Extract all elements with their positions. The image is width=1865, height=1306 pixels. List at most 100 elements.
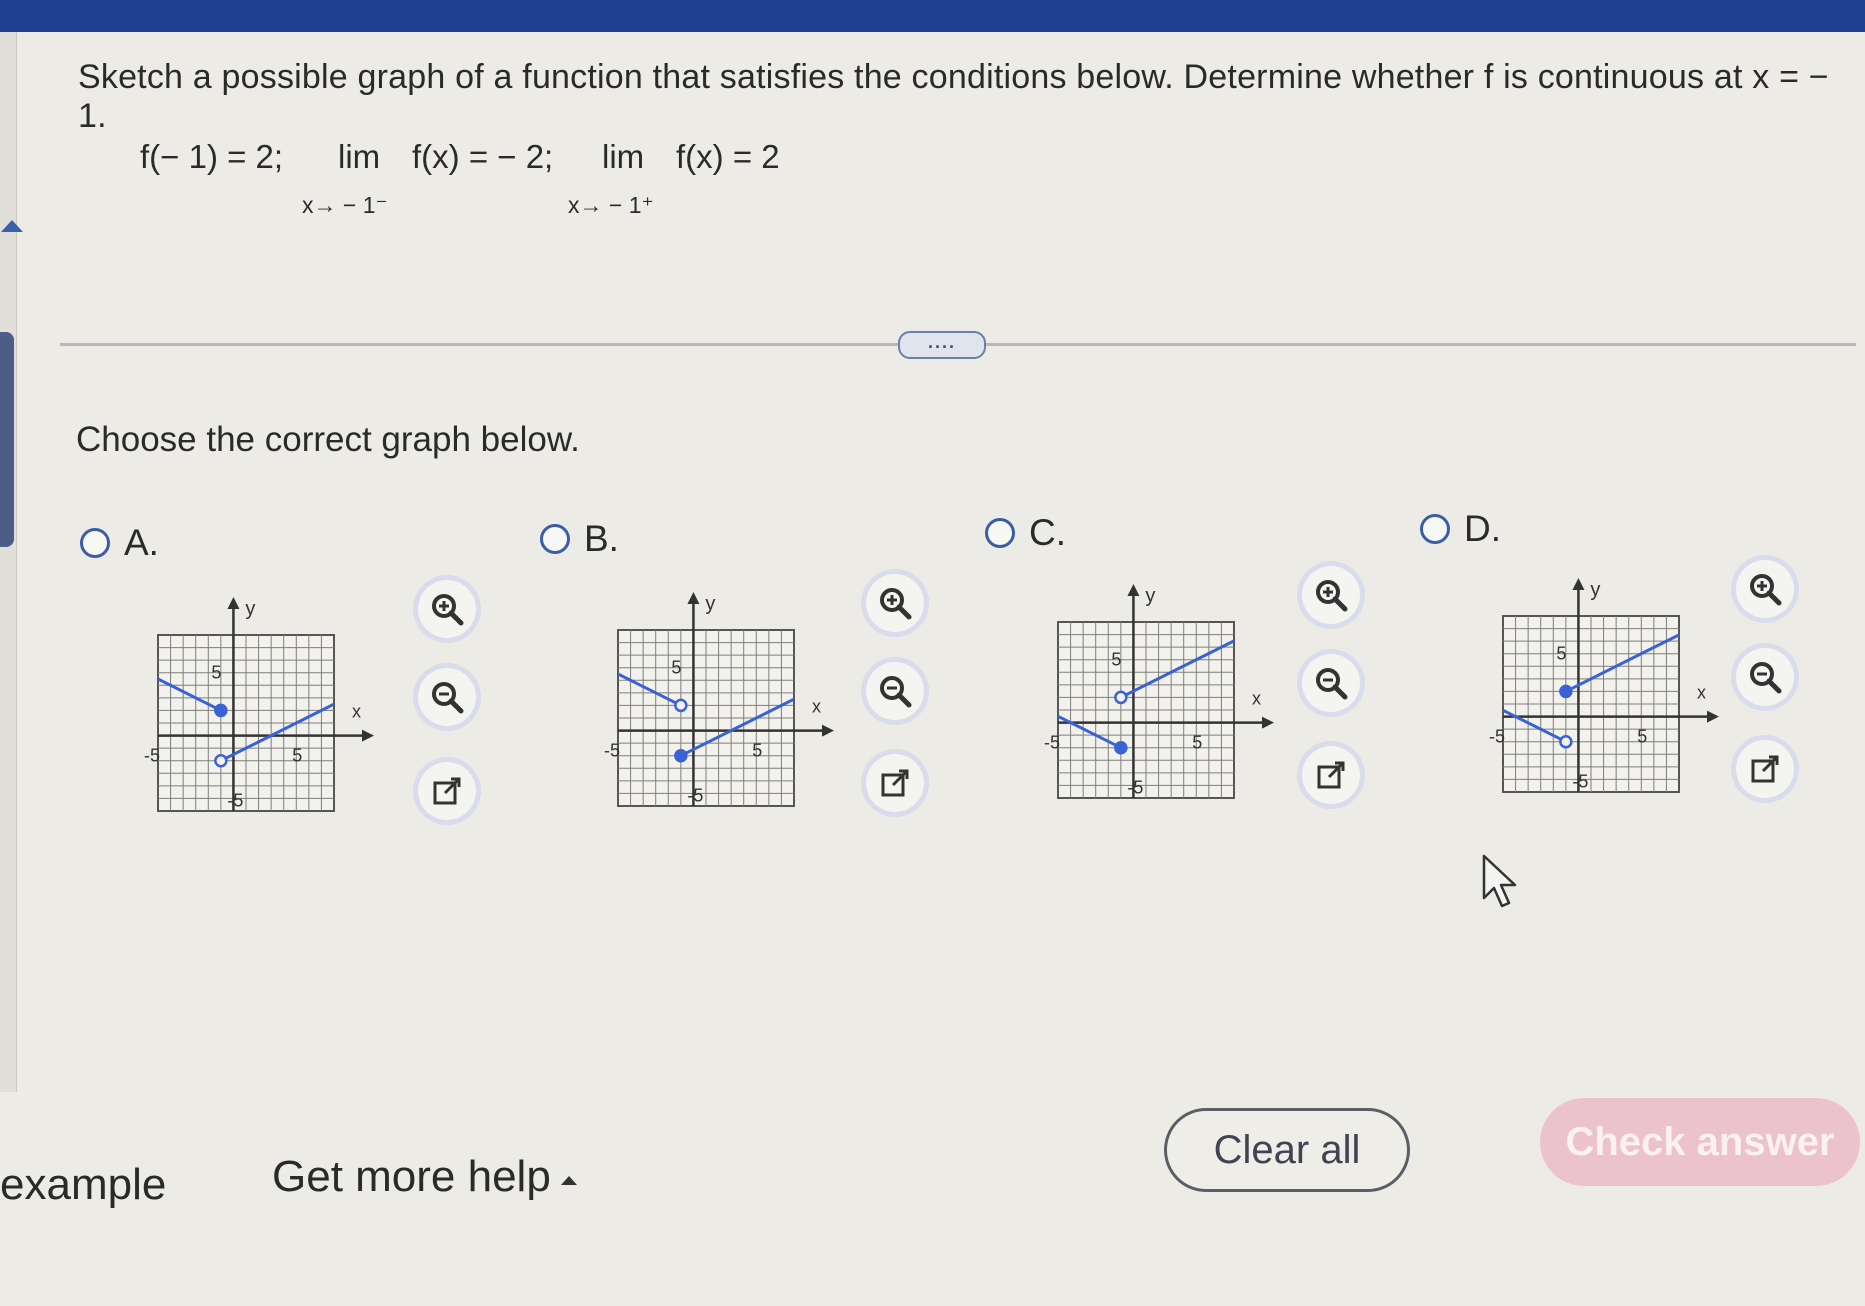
- y-tick-label-pos: 5: [1556, 644, 1566, 664]
- open-external-icon: [1317, 761, 1345, 789]
- scrollbar-thumb[interactable]: [0, 332, 14, 547]
- radio-button-b[interactable]: [540, 524, 570, 554]
- radio-button-c[interactable]: [985, 518, 1015, 548]
- y-axis-arrow: [687, 592, 700, 604]
- x-axis-label: x: [352, 702, 361, 722]
- zoom-out-icon: [432, 682, 464, 714]
- zoom-out-button-d[interactable]: [1736, 648, 1794, 706]
- y-axis-arrow: [227, 597, 240, 609]
- zoom-in-button-d[interactable]: [1736, 560, 1794, 618]
- y-tick-label-neg: -5: [1127, 777, 1143, 797]
- option-d[interactable]: D.: [1420, 508, 1501, 550]
- x-tick-label-neg: -5: [1489, 727, 1505, 747]
- right-limit-subscript: x→ − 1⁺: [568, 192, 654, 218]
- left-limit-expr: f(x) = − 2;: [412, 138, 554, 175]
- left-lim-word: lim: [338, 138, 381, 175]
- closed-point: [674, 748, 688, 763]
- open-point: [674, 698, 688, 713]
- x-axis-arrow: [1707, 710, 1719, 723]
- open-point: [1559, 734, 1573, 749]
- left-limit-subscript: x→ − 1⁻: [302, 192, 388, 218]
- x-tick-label-pos: 5: [1192, 733, 1202, 753]
- zoom-in-button-a[interactable]: [418, 580, 476, 638]
- option-a-label: A.: [124, 522, 159, 563]
- caret-up-icon: [560, 1175, 577, 1185]
- open-external-icon: [881, 769, 909, 797]
- zoom-in-icon: [1316, 580, 1348, 612]
- collapse-arrow-icon[interactable]: [1, 220, 23, 232]
- prompt-text: Choose the correct graph below.: [76, 420, 580, 459]
- left-gutter: [0, 32, 23, 1092]
- y-tick-label-neg: -5: [227, 790, 243, 810]
- y-tick-label-pos: 5: [671, 658, 681, 678]
- x-tick-label-neg: -5: [604, 741, 620, 761]
- open-graph-button-b[interactable]: [866, 754, 924, 812]
- get-more-help-link[interactable]: Get more help: [272, 1152, 577, 1202]
- y-axis-label: y: [1590, 579, 1600, 601]
- y-axis-label: y: [245, 598, 255, 620]
- graph-option-d[interactable]: x y 5 -5 5 -5: [1485, 566, 1745, 816]
- x-axis-arrow: [362, 729, 374, 742]
- y-axis-label: y: [705, 593, 715, 615]
- y-tick-label-neg: -5: [687, 785, 703, 805]
- clear-all-button[interactable]: Clear all: [1164, 1108, 1410, 1192]
- value-condition: f(− 1) = 2;: [140, 138, 284, 175]
- right-limit-expr: f(x) = 2: [676, 138, 780, 175]
- zoom-in-icon: [432, 594, 464, 626]
- closed-point: [1114, 740, 1128, 755]
- x-tick-label-neg: -5: [1044, 733, 1060, 753]
- open-point: [214, 753, 228, 768]
- y-tick-label-neg: -5: [1572, 771, 1588, 791]
- radio-button-a[interactable]: [80, 528, 110, 558]
- conditions-formula: f(− 1) = 2; lim f(x) = − 2; x→ − 1⁻ lim …: [140, 130, 840, 230]
- y-axis-arrow: [1572, 578, 1585, 590]
- zoom-out-icon: [1750, 662, 1782, 694]
- zoom-out-button-b[interactable]: [866, 662, 924, 720]
- get-more-help-label: Get more help: [272, 1152, 551, 1201]
- question-text: Sketch a possible graph of a function th…: [78, 58, 1829, 135]
- closed-point: [1559, 684, 1573, 699]
- y-axis-arrow: [1127, 584, 1140, 596]
- zoom-out-button-c[interactable]: [1302, 654, 1360, 712]
- zoom-in-icon: [1750, 574, 1782, 606]
- right-lim-word: lim: [602, 138, 645, 175]
- example-link[interactable]: example: [0, 1160, 166, 1210]
- graph-option-c[interactable]: x y 5 -5 5 -5: [1040, 572, 1300, 822]
- radio-button-d[interactable]: [1420, 514, 1450, 544]
- zoom-in-button-b[interactable]: [866, 574, 924, 632]
- x-axis-arrow: [822, 724, 834, 737]
- option-c[interactable]: C.: [985, 512, 1066, 554]
- x-tick-label-pos: 5: [1637, 727, 1647, 747]
- top-bar: [0, 0, 1865, 32]
- open-graph-button-d[interactable]: [1736, 740, 1794, 798]
- zoom-out-button-a[interactable]: [418, 668, 476, 726]
- x-axis-arrow: [1262, 716, 1274, 729]
- x-tick-label-neg: -5: [144, 746, 160, 766]
- zoom-in-icon: [880, 588, 912, 620]
- open-graph-button-a[interactable]: [418, 762, 476, 820]
- zoom-out-icon: [1316, 668, 1348, 700]
- option-a[interactable]: A.: [80, 522, 159, 564]
- open-graph-button-c[interactable]: [1302, 746, 1360, 804]
- check-answer-button[interactable]: Check answer: [1540, 1098, 1860, 1186]
- graph-option-b[interactable]: x y 5 -5 5 -5: [600, 580, 860, 830]
- option-d-label: D.: [1464, 508, 1501, 549]
- y-tick-label-pos: 5: [211, 663, 221, 683]
- closed-point: [214, 703, 228, 718]
- zoom-out-icon: [880, 676, 912, 708]
- y-axis-label: y: [1145, 585, 1155, 607]
- graph-option-a[interactable]: x y 5 -5 5 -5: [140, 585, 400, 835]
- x-axis-label: x: [1252, 689, 1261, 709]
- x-tick-label-pos: 5: [752, 741, 762, 761]
- x-tick-label-pos: 5: [292, 746, 302, 766]
- y-tick-label-pos: 5: [1111, 650, 1121, 670]
- option-c-label: C.: [1029, 512, 1066, 553]
- zoom-in-button-c[interactable]: [1302, 566, 1360, 624]
- x-axis-label: x: [812, 697, 821, 717]
- option-b[interactable]: B.: [540, 518, 619, 560]
- expand-more-button[interactable]: ....: [898, 331, 986, 359]
- open-external-icon: [433, 777, 461, 805]
- x-axis-label: x: [1697, 683, 1706, 703]
- option-b-label: B.: [584, 518, 619, 559]
- open-external-icon: [1751, 755, 1779, 783]
